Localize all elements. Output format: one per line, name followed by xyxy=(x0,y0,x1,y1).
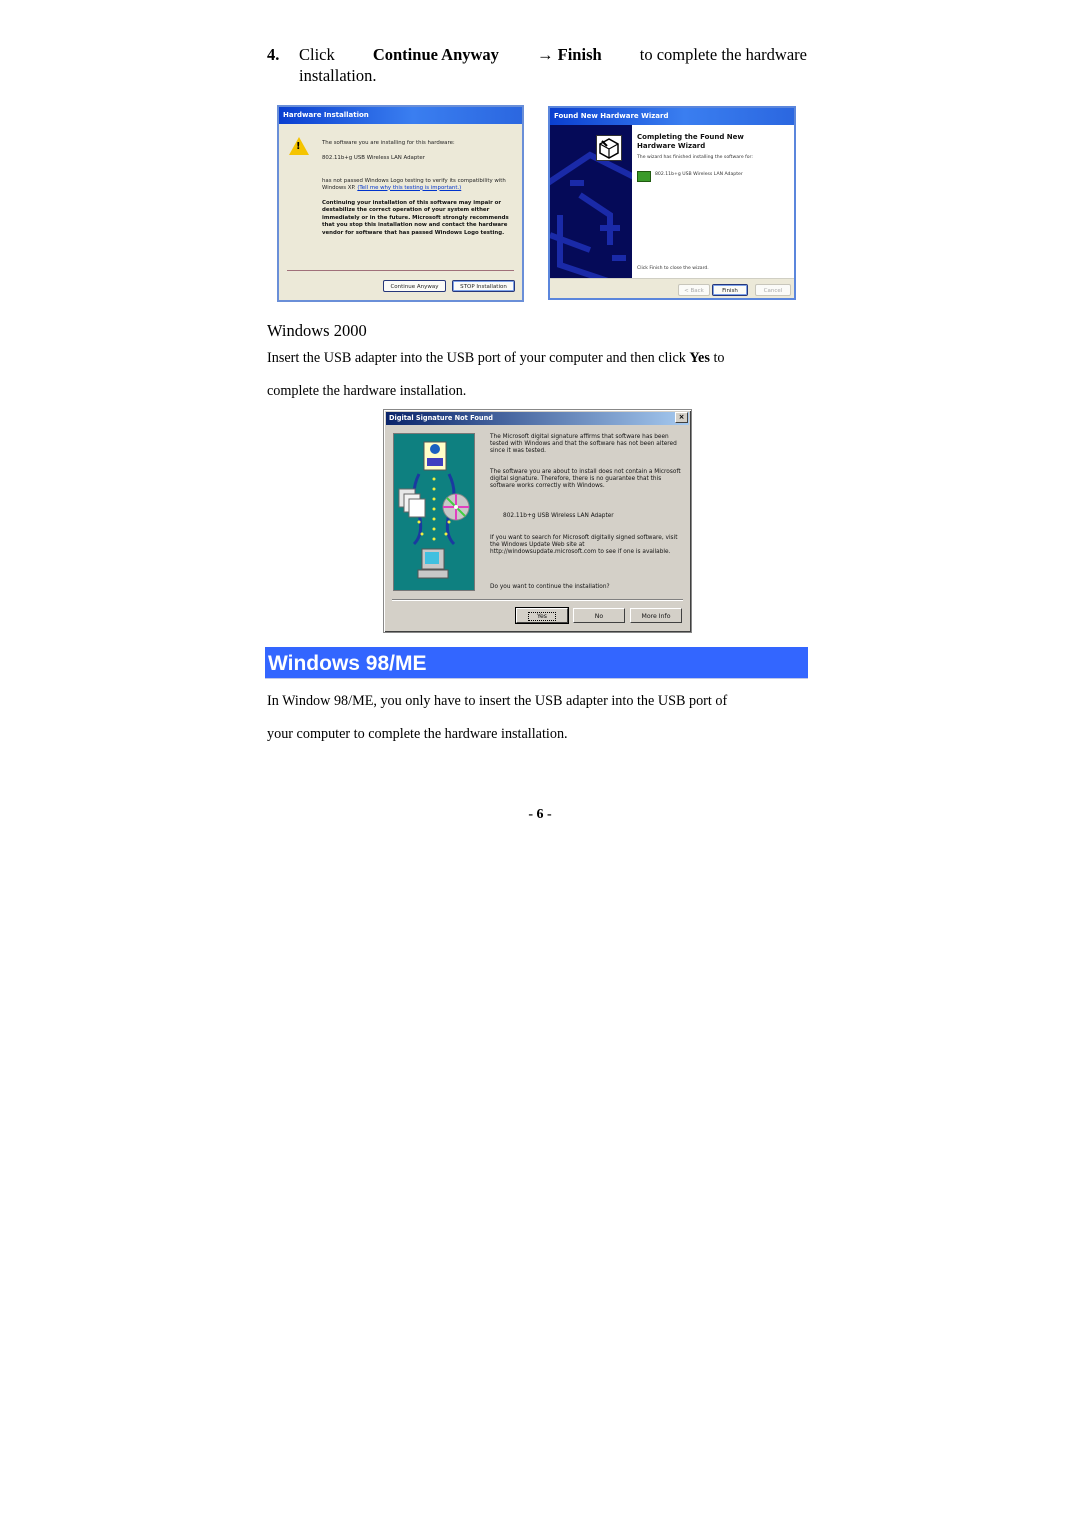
hardware-installation-dialog: Hardware Installation ! The software you… xyxy=(277,105,524,302)
step-4-instruction: 4. Click Continue Anyway → Finish to com… xyxy=(267,44,807,86)
step-finish: Finish xyxy=(557,45,602,64)
paragraph-line: In Window 98/ME, you only have to insert… xyxy=(267,693,728,709)
network-card-icon xyxy=(637,171,651,182)
wizard-content: Completing the Found New Hardware Wizard… xyxy=(632,125,794,278)
found-new-hardware-wizard: Found New Hardware Wizard Completing the… xyxy=(548,106,796,300)
page-number: - 6 - xyxy=(528,807,552,822)
wizard-side-banner xyxy=(550,125,632,278)
wizard-hint: Click Finish to close the wizard. xyxy=(637,266,709,271)
back-button[interactable]: < Back xyxy=(678,284,710,296)
divider xyxy=(392,599,683,601)
paragraph-line: your computer to complete the hardware i… xyxy=(267,726,568,742)
dialog-text: The software you are about to install do… xyxy=(490,469,681,490)
yes-button[interactable]: Yes xyxy=(515,607,569,624)
no-button[interactable]: No xyxy=(573,608,625,623)
wizard-text: The wizard has finished installing the s… xyxy=(637,155,753,160)
tell-me-why-link[interactable]: (Tell me why this testing is important.) xyxy=(357,185,461,191)
step-text-click: Click xyxy=(299,45,335,64)
signature-illustration-icon xyxy=(393,433,475,591)
step-text-rest: to complete the hardware xyxy=(639,45,807,64)
digital-signature-dialog: Digital Signature Not Found × The Micros… xyxy=(383,409,692,633)
device-name: 802.11b+g USB Wireless LAN Adapter xyxy=(322,155,425,161)
paragraph-line: complete the hardware installation. xyxy=(267,383,467,399)
warning-text: Continuing your installation of this sof… xyxy=(322,200,509,236)
device-name: 802.11b+g USB Wireless LAN Adapter xyxy=(655,172,743,177)
close-icon[interactable]: × xyxy=(675,412,688,423)
dialog-text: The Microsoft digital signature affirms … xyxy=(490,434,677,455)
section-heading-windows-2000: Windows 2000 xyxy=(267,321,367,340)
dialog-text: If you want to search for Microsoft digi… xyxy=(490,535,678,556)
finish-button[interactable]: Finish xyxy=(712,284,748,296)
section-banner-windows-98-me: Windows 98/ME xyxy=(265,647,808,679)
arrow-icon: → xyxy=(537,45,554,64)
dialog-question: Do you want to continue the installation… xyxy=(490,584,610,590)
dialog-text: The software you are installing for this… xyxy=(322,140,455,146)
paragraph-line: Insert the USB adapter into the USB port… xyxy=(267,350,725,366)
cancel-button[interactable]: Cancel xyxy=(755,284,791,296)
dialog-title: Hardware Installation xyxy=(279,107,522,124)
step-number: 4. xyxy=(267,45,280,64)
dialog-text: has not passed Windows Logo testing to v… xyxy=(322,178,506,191)
step-continue-anyway: Continue Anyway xyxy=(372,45,499,64)
dialog-title: Found New Hardware Wizard xyxy=(550,108,794,125)
wizard-icon xyxy=(596,135,622,161)
continue-anyway-button[interactable]: Continue Anyway xyxy=(383,280,446,292)
divider xyxy=(287,270,514,271)
device-name: 802.11b+g USB Wireless LAN Adapter xyxy=(503,513,614,519)
dialog-title: Digital Signature Not Found xyxy=(386,412,689,425)
step-text-line2: installation. xyxy=(299,66,377,85)
wizard-heading: Completing the Found New Hardware Wizard xyxy=(637,133,744,150)
more-info-button[interactable]: More Info xyxy=(630,608,682,623)
stop-installation-button[interactable]: STOP Installation xyxy=(452,280,515,292)
